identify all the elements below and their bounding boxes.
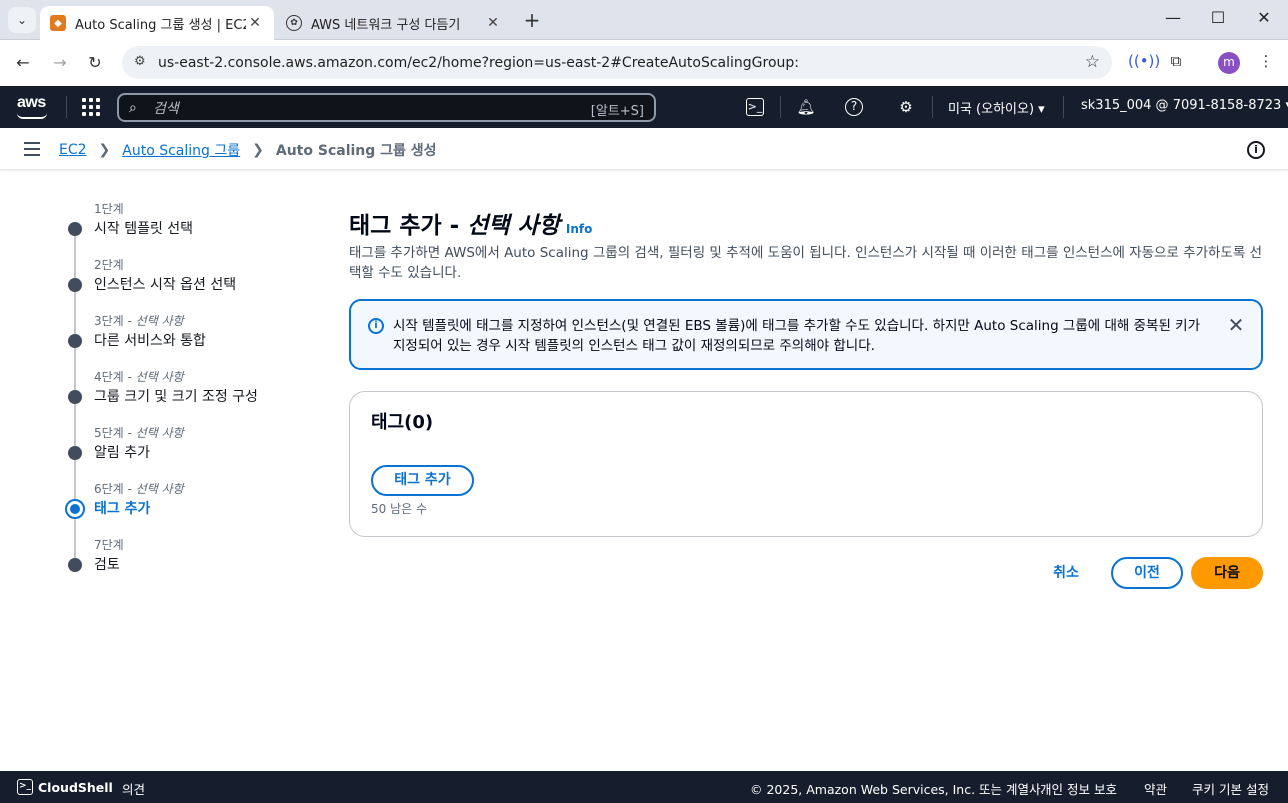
console-footer: >_ CloudShell 의견 © 2025, Amazon Web Serv… [0, 771, 1288, 803]
search-icon: ⌕ [129, 100, 137, 116]
reload-icon[interactable]: ↻ [84, 52, 106, 74]
site-info-icon[interactable]: ⚙ [134, 54, 150, 70]
next-button[interactable]: 다음 [1191, 557, 1263, 589]
bell-icon[interactable]: 🔔︎ [795, 97, 817, 117]
step-6-current[interactable]: 6단계 - 선택 사항 태그 추가 [60, 478, 320, 534]
gear-icon[interactable]: ⚙ [895, 97, 917, 117]
tags-remaining: 50 남은 수 [371, 502, 428, 516]
chevron-right-icon: ❯ [98, 142, 111, 158]
cookie-preferences-link[interactable]: 쿠키 기본 설정 [1192, 779, 1269, 798]
step-dot-icon [68, 222, 82, 236]
back-icon[interactable]: ← [12, 52, 34, 74]
page-title: 태그 추가 - 선택 사항 Info [349, 213, 593, 239]
info-icon: i [368, 318, 384, 334]
minimize-icon[interactable]: — [1163, 8, 1183, 27]
extension-icon[interactable]: ((•)) [1128, 52, 1160, 70]
alert-text: 시작 템플릿에 태그를 지정하여 인스턴스(및 연결된 EBS 볼륨)에 태그를… [393, 318, 1201, 354]
browser-tab-strip: ⌄ ◆ Auto Scaling 그룹 생성 | EC2 | ✕ ✿ AWS 네… [0, 0, 1288, 40]
close-tab-icon[interactable]: ✕ [246, 15, 264, 31]
maximize-icon[interactable]: ☐ [1208, 8, 1228, 27]
step-3[interactable]: 3단계 - 선택 사항 다른 서비스와 통합 [60, 310, 320, 366]
add-tag-button[interactable]: 태그 추가 [371, 465, 474, 496]
cloudshell-icon[interactable]: >_ [746, 98, 764, 116]
step-name: 인스턴스 시작 옵션 선택 [94, 277, 237, 293]
forward-icon[interactable]: → [49, 52, 71, 74]
cloudshell-icon: >_ [17, 779, 33, 795]
breadcrumb-bar: EC2 ❯ Auto Scaling 그룹 ❯ Auto Scaling 그룹 … [0, 128, 1288, 170]
divider [1063, 96, 1064, 118]
account-menu[interactable]: sk315_004 @ 7091-8158-8723 ▾ [1081, 98, 1288, 113]
address-bar[interactable]: ⚙ us-east-2.console.aws.amazon.com/ec2/h… [122, 46, 1112, 79]
search-placeholder: 검색 [153, 100, 179, 117]
menu-hamburger-icon[interactable] [24, 142, 40, 156]
profile-avatar[interactable]: m [1218, 52, 1240, 74]
tab-title: Auto Scaling 그룹 생성 | EC2 | [75, 17, 246, 33]
cancel-button[interactable]: 취소 [1040, 557, 1092, 589]
breadcrumb-current: Auto Scaling 그룹 생성 [275, 143, 437, 159]
step-name: 태그 추가 [94, 501, 151, 517]
divider [780, 96, 781, 118]
privacy-link[interactable]: 개인 정보 보호 [1040, 779, 1117, 798]
ec2-favicon-icon: ◆ [50, 15, 66, 31]
bookmark-star-icon[interactable]: ☆ [1085, 52, 1100, 72]
url-text: us-east-2.console.aws.amazon.com/ec2/hom… [158, 54, 799, 71]
step-name: 다른 서비스와 통합 [94, 333, 206, 349]
aws-top-nav: aws ⌕ 검색 [알트+S] >_ 🔔︎ ? ⚙ 미국 (오하이오) ▾ sk… [0, 86, 1288, 128]
breadcrumb-ec2[interactable]: EC2 [59, 142, 87, 158]
info-panel-icon[interactable]: i [1247, 141, 1265, 159]
search-input[interactable]: ⌕ 검색 [알트+S] [117, 93, 656, 122]
step-1[interactable]: 1단계 시작 템플릿 선택 [60, 198, 320, 254]
step-2[interactable]: 2단계 인스턴스 시작 옵션 선택 [60, 254, 320, 310]
tab-search-icon[interactable]: ⌄ [8, 7, 36, 33]
copyright-text: © 2025, Amazon Web Services, Inc. 또는 계열사… [750, 782, 1045, 797]
step-dot-icon [68, 278, 82, 292]
region-selector[interactable]: 미국 (오하이오) ▾ [948, 98, 1045, 117]
step-dot-icon [68, 390, 82, 404]
step-7[interactable]: 7단계 검토 [60, 534, 320, 590]
step-dot-icon [68, 334, 82, 348]
new-tab-button[interactable]: + [520, 8, 544, 32]
step-dot-icon [68, 446, 82, 460]
step-current-dot-icon [65, 499, 85, 519]
search-shortcut: [알트+S] [590, 104, 644, 119]
divider [66, 96, 67, 118]
tab-title: AWS 네트워크 구성 다듬기 [311, 17, 461, 33]
aws-smile-icon [17, 113, 47, 119]
step-dot-icon [68, 558, 82, 572]
tags-header: 태그(0) [371, 412, 434, 433]
step-name: 시작 템플릿 선택 [94, 221, 194, 237]
step-5[interactable]: 5단계 - 선택 사항 알림 추가 [60, 422, 320, 478]
previous-button[interactable]: 이전 [1111, 557, 1183, 589]
help-icon[interactable]: ? [845, 98, 863, 116]
terms-link[interactable]: 약관 [1144, 779, 1167, 798]
info-alert: i 시작 템플릿에 태그를 지정하여 인스턴스(및 연결된 EBS 볼륨)에 태… [349, 299, 1263, 370]
close-tab-icon[interactable]: ✕ [484, 15, 502, 31]
browser-tab-active[interactable]: ◆ Auto Scaling 그룹 생성 | EC2 | ✕ [40, 6, 274, 40]
chevron-right-icon: ❯ [252, 142, 264, 158]
step-name: 그룹 크기 및 크기 조정 구성 [94, 389, 258, 405]
breadcrumb: EC2 ❯ Auto Scaling 그룹 ❯ Auto Scaling 그룹 … [59, 140, 437, 160]
browser-tab-inactive[interactable]: ✿ AWS 네트워크 구성 다듬기 ✕ [276, 6, 512, 40]
services-grid-icon[interactable] [82, 98, 100, 116]
close-icon[interactable]: ✕ [1226, 315, 1246, 335]
breadcrumb-auto-scaling-groups[interactable]: Auto Scaling 그룹 [122, 140, 240, 160]
cloudshell-button[interactable]: >_ CloudShell [17, 779, 113, 795]
aws-logo[interactable]: aws [17, 94, 47, 119]
feedback-link[interactable]: 의견 [122, 779, 145, 798]
browser-toolbar: ← → ↻ ⚙ us-east-2.console.aws.amazon.com… [0, 40, 1288, 86]
page-description: 태그를 추가하면 AWS에서 Auto Scaling 그룹의 검색, 필터링 … [349, 245, 1262, 281]
tags-container: 태그(0) 태그 추가 50 남은 수 [349, 391, 1263, 537]
browser-menu-icon[interactable]: ⋮ [1255, 52, 1277, 70]
step-4[interactable]: 4단계 - 선택 사항 그룹 크기 및 크기 조정 구성 [60, 366, 320, 422]
extensions-puzzle-icon[interactable]: ⧉ [1165, 52, 1187, 70]
info-link[interactable]: Info [566, 222, 592, 236]
chatgpt-favicon-icon: ✿ [286, 15, 302, 31]
step-name: 알림 추가 [94, 445, 150, 461]
close-window-icon[interactable]: ✕ [1254, 8, 1274, 27]
divider [932, 96, 933, 118]
step-name: 검토 [94, 557, 120, 573]
